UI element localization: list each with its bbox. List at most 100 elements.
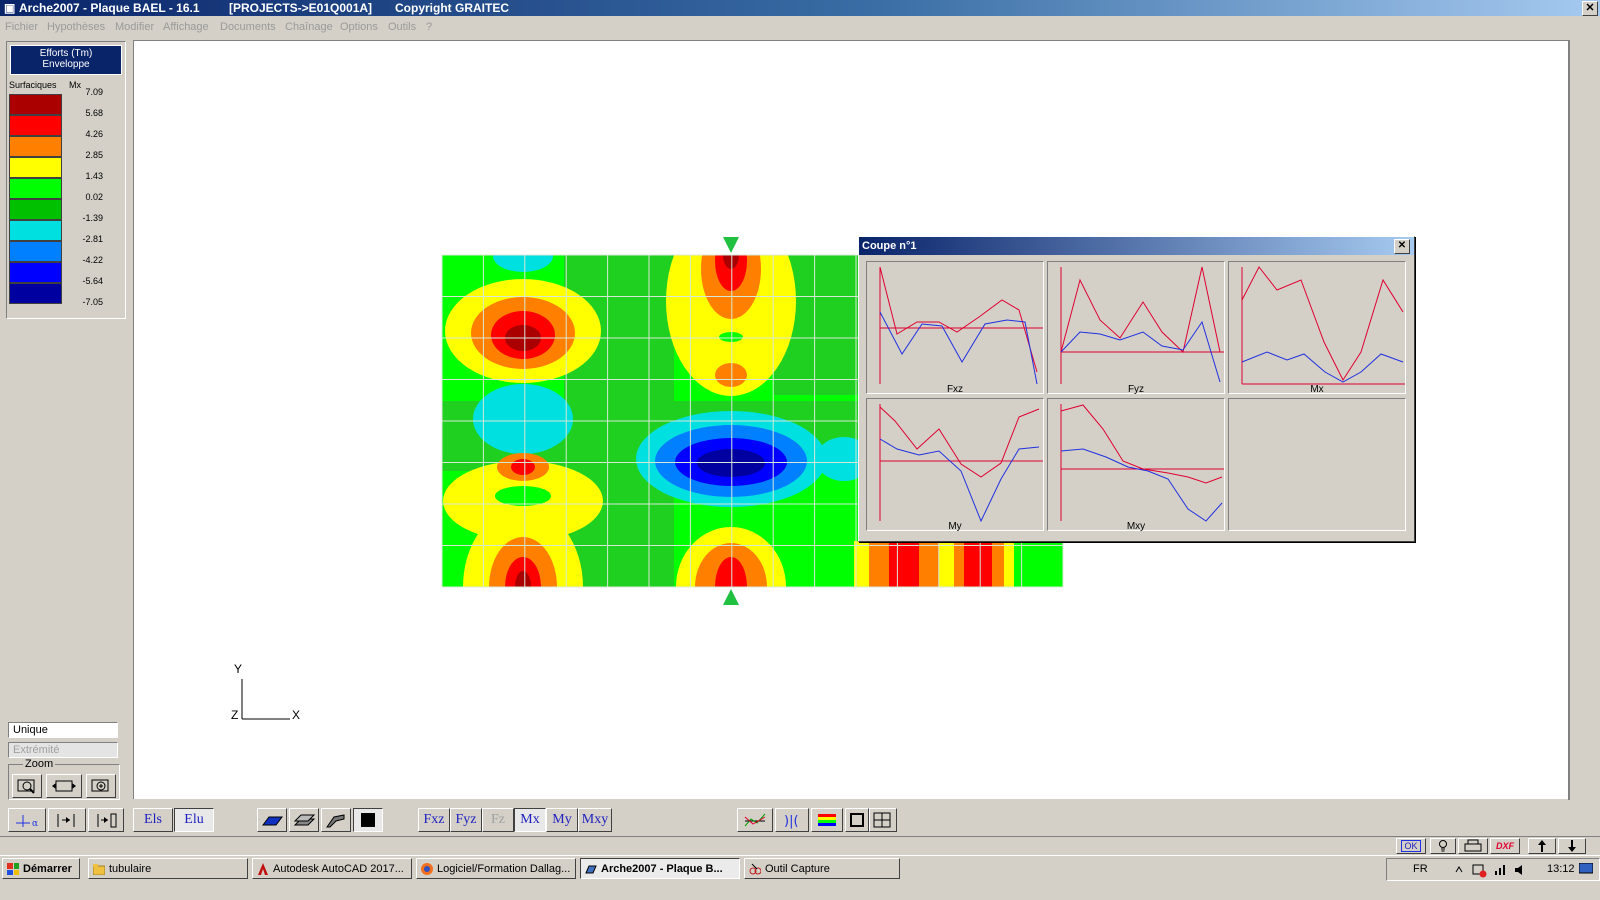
- chart-fxz-label: Fxz: [946, 384, 964, 395]
- folder-icon: [93, 864, 105, 875]
- arrow-down-button[interactable]: [1558, 838, 1586, 854]
- language-indicator[interactable]: FR: [1413, 863, 1428, 875]
- menu-fichier[interactable]: Fichier: [5, 21, 38, 33]
- volume-icon[interactable]: [1515, 865, 1522, 875]
- snipping-tool-icon: [749, 863, 761, 875]
- windows-logo-icon: [7, 863, 19, 875]
- clock[interactable]: 13:12: [1547, 863, 1575, 875]
- system-tray: FR 13:12: [1386, 858, 1600, 881]
- coupe-close-button[interactable]: ✕: [1394, 239, 1410, 254]
- window-close-button[interactable]: ✕: [1582, 1, 1598, 16]
- fz-button[interactable]: Fz: [482, 808, 514, 832]
- vertical-scrollbar[interactable]: [1568, 40, 1570, 800]
- fyz-button[interactable]: Fyz: [450, 808, 482, 832]
- zoom-in-button[interactable]: [86, 774, 116, 798]
- chart-my-label: My: [948, 521, 962, 532]
- task-tubulaire[interactable]: tubulaire: [88, 858, 248, 879]
- mx-button[interactable]: Mx: [514, 808, 546, 832]
- zoom-label: Zoom: [23, 758, 56, 770]
- hint-button[interactable]: [1430, 838, 1456, 854]
- elu-button[interactable]: Elu: [174, 808, 214, 832]
- start-button[interactable]: Démarrer: [2, 858, 80, 879]
- chart-mx-label: Mx: [1310, 384, 1324, 395]
- coupe-window[interactable]: Coupe n°1 ✕ Fxz Fyz Mx My Mxy: [858, 236, 1415, 542]
- signal-icon[interactable]: [1495, 871, 1497, 875]
- task-label: Logiciel/Formation Dallag...: [437, 863, 571, 875]
- window-title: Arche2007 - Plaque BAEL - 16.1: [19, 1, 200, 15]
- legend-header-line2: Enveloppe: [42, 59, 90, 70]
- legend-swatch: [9, 94, 62, 115]
- title-bar: ▣ Arche2007 - Plaque BAEL - 16.1 [PROJEC…: [0, 0, 1600, 16]
- coupe-title-bar[interactable]: Coupe n°1 ✕: [859, 237, 1414, 255]
- chart-my[interactable]: My: [866, 398, 1044, 532]
- dxf-export-button[interactable]: DXF: [1490, 838, 1520, 854]
- mode-unique-field[interactable]: Unique: [8, 722, 118, 738]
- fxz-button[interactable]: Fxz: [418, 808, 450, 832]
- task-capture[interactable]: Outil Capture: [744, 858, 900, 879]
- chart-mx[interactable]: Mx: [1228, 261, 1406, 395]
- extent-tool-icon: [97, 813, 117, 828]
- solid-plate-icon: [262, 816, 283, 826]
- taskbar: Démarrer tubulaire Autodesk AutoCAD 2017…: [0, 855, 1600, 883]
- task-browser[interactable]: Logiciel/Formation Dallag...: [416, 858, 576, 879]
- mode-extremite-field[interactable]: Extrémité: [8, 742, 118, 758]
- axis-tool-button[interactable]: α: [8, 808, 46, 832]
- printer-icon: [1464, 839, 1482, 852]
- section-cut-button[interactable]: )|(: [775, 808, 809, 832]
- legend-swatch: [9, 220, 62, 241]
- chart-fyz[interactable]: Fyz: [1047, 261, 1225, 395]
- menu-chainage[interactable]: Chaînage: [285, 21, 333, 33]
- my-button[interactable]: My: [546, 808, 578, 832]
- menu-hypotheses[interactable]: Hypothèses: [47, 21, 105, 33]
- ok-status-label: OK: [1401, 840, 1421, 852]
- menu-help[interactable]: ?: [426, 21, 432, 33]
- els-button[interactable]: Els: [133, 808, 173, 832]
- color-scale-icon: [818, 814, 836, 826]
- legend-header[interactable]: Efforts (Tm) Enveloppe: [10, 45, 122, 75]
- view-fill-button[interactable]: [353, 808, 383, 832]
- direction-tool-button[interactable]: [48, 808, 86, 832]
- chart-fxz-plot: [879, 266, 1043, 385]
- section-marker-bottom[interactable]: [723, 589, 739, 605]
- chart-mxy[interactable]: Mxy: [1047, 398, 1225, 532]
- svg-text:)|(: )|(: [784, 814, 799, 829]
- chart-fxz[interactable]: Fxz: [866, 261, 1044, 395]
- arrow-up-button[interactable]: [1528, 838, 1556, 854]
- lightbulb-icon: [1439, 840, 1447, 852]
- menu-outils[interactable]: Outils: [388, 21, 416, 33]
- view-layers-button[interactable]: [289, 808, 319, 832]
- ok-status-button[interactable]: OK: [1396, 838, 1426, 854]
- y-axis-label: Y: [234, 662, 242, 676]
- legend-swatch: [9, 283, 62, 304]
- legend-swatch: [9, 262, 62, 283]
- show-desktop-icon[interactable]: [1579, 863, 1593, 875]
- legend-type-label: Surfaciques: [9, 80, 57, 90]
- frame-button[interactable]: [845, 808, 869, 832]
- menu-affichage[interactable]: Affichage: [163, 21, 209, 33]
- extent-tool-button[interactable]: [88, 808, 124, 832]
- multi-window-button[interactable]: [869, 808, 897, 832]
- menu-documents[interactable]: Documents: [220, 21, 276, 33]
- status-bar: OK DXF: [0, 836, 1600, 855]
- axis-tool-icon: α: [16, 815, 38, 829]
- task-arche[interactable]: Arche2007 - Plaque B...: [580, 858, 740, 879]
- menu-modifier[interactable]: Modifier: [115, 21, 154, 33]
- zoom-window-button[interactable]: [12, 774, 42, 798]
- legend-swatch: [9, 178, 62, 199]
- mxy-button[interactable]: Mxy: [578, 808, 612, 832]
- view-section-button[interactable]: [321, 808, 351, 832]
- task-label: Arche2007 - Plaque B...: [601, 863, 723, 875]
- diagram-button[interactable]: [737, 808, 773, 832]
- menu-options[interactable]: Options: [340, 21, 378, 33]
- layers-icon: [293, 814, 316, 826]
- view-solid-button[interactable]: [257, 808, 287, 832]
- task-autocad[interactable]: Autodesk AutoCAD 2017...: [252, 858, 412, 879]
- frame-icon: [850, 813, 864, 827]
- color-scale-button[interactable]: [811, 808, 843, 832]
- section-cut-icon: )|(: [784, 814, 799, 829]
- section-marker-top[interactable]: [723, 237, 739, 253]
- print-button[interactable]: [1458, 838, 1488, 854]
- chevron-up-icon[interactable]: [1455, 866, 1463, 873]
- zoom-all-button[interactable]: [46, 774, 82, 798]
- app-icon: ▣: [4, 1, 16, 15]
